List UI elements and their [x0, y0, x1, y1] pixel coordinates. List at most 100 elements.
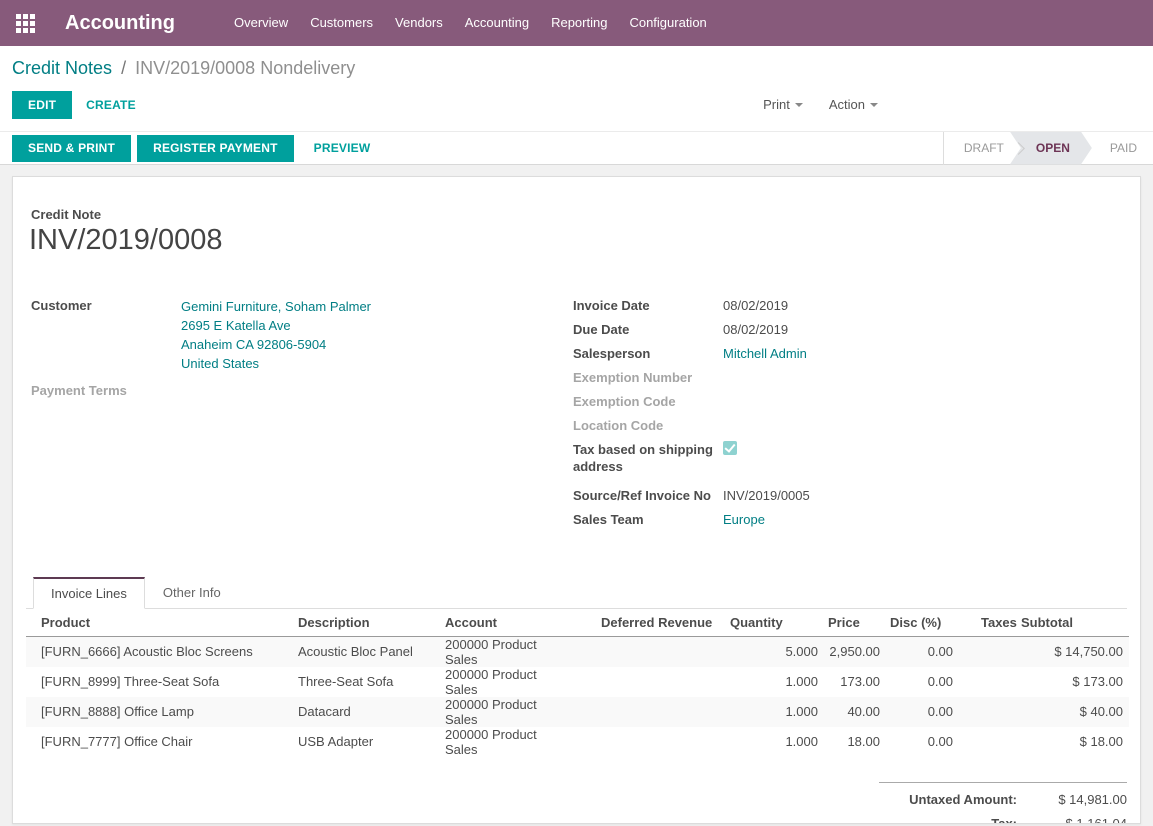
- form-view: Credit Note INV/2019/0008 Customer Gemin…: [0, 165, 1153, 826]
- cell-disc: 0.00: [886, 636, 959, 667]
- menu-overview[interactable]: Overview: [223, 0, 299, 46]
- cell-account: 200000 Product Sales: [441, 697, 576, 727]
- invoice-date-value: 08/02/2019: [723, 297, 788, 314]
- menu-configuration[interactable]: Configuration: [618, 0, 717, 46]
- breadcrumb-current: INV/2019/0008 Nondelivery: [135, 58, 355, 78]
- untaxed-amount-label: Untaxed Amount:: [879, 792, 1027, 807]
- create-button[interactable]: CREATE: [72, 91, 150, 119]
- cell-taxes: [959, 697, 1017, 727]
- due-date-label: Due Date: [573, 321, 723, 338]
- cell-price: 173.00: [824, 667, 886, 697]
- apps-menu-icon[interactable]: [16, 14, 35, 33]
- cell-disc: 0.00: [886, 727, 959, 757]
- action-dropdown[interactable]: Action: [829, 91, 878, 119]
- totals-block: Untaxed Amount: $ 14,981.00 Tax: $ 1,161…: [879, 782, 1127, 825]
- notebook-tabs: Invoice Lines Other Info: [26, 577, 1127, 609]
- cell-disc: 0.00: [886, 697, 959, 727]
- table-header-row: Product Description Account Deferred Rev…: [26, 609, 1129, 636]
- print-dropdown[interactable]: Print: [763, 91, 803, 119]
- menu-customers[interactable]: Customers: [299, 0, 384, 46]
- document-sheet: Credit Note INV/2019/0008 Customer Gemin…: [12, 176, 1141, 824]
- document-number: INV/2019/0008: [29, 224, 1127, 257]
- customer-country: United States: [181, 354, 371, 373]
- invoice-line-row[interactable]: [FURN_6666] Acoustic Bloc Screens Acoust…: [26, 636, 1129, 667]
- sales-team-link[interactable]: Europe: [723, 511, 765, 528]
- source-invoice-label: Source/Ref Invoice No: [573, 487, 723, 504]
- invoice-line-row[interactable]: [FURN_8999] Three-Seat Sofa Three-Seat S…: [26, 667, 1129, 697]
- send-print-button[interactable]: SEND & PRINT: [12, 135, 131, 162]
- due-date-value: 08/02/2019: [723, 321, 788, 338]
- col-header-taxes: Taxes: [959, 609, 1017, 636]
- status-paid[interactable]: PAID: [1094, 132, 1153, 165]
- menu-reporting[interactable]: Reporting: [540, 0, 618, 46]
- col-header-description: Description: [294, 609, 441, 636]
- edit-button[interactable]: EDIT: [12, 91, 72, 119]
- invoice-date-label: Invoice Date: [573, 297, 723, 314]
- col-header-quantity: Quantity: [726, 609, 824, 636]
- cell-product: [FURN_8999] Three-Seat Sofa: [26, 667, 294, 697]
- cell-quantity: 1.000: [726, 697, 824, 727]
- cell-deferred: [576, 727, 726, 757]
- cell-product: [FURN_6666] Acoustic Bloc Screens: [26, 636, 294, 667]
- cell-account: 200000 Product Sales: [441, 636, 576, 667]
- cell-deferred: [576, 667, 726, 697]
- cell-product: [FURN_7777] Office Chair: [26, 727, 294, 757]
- source-invoice-value: INV/2019/0005: [723, 487, 810, 504]
- tab-invoice-lines[interactable]: Invoice Lines: [33, 577, 145, 609]
- cell-price: 2,950.00: [824, 636, 886, 667]
- breadcrumb-separator: /: [117, 58, 130, 78]
- salesperson-link[interactable]: Mitchell Admin: [723, 345, 807, 362]
- cell-subtotal: $ 173.00: [1017, 667, 1129, 697]
- cell-taxes: [959, 636, 1017, 667]
- customer-city: Anaheim CA 92806-5904: [181, 335, 371, 354]
- invoice-lines-table: Product Description Account Deferred Rev…: [26, 609, 1129, 757]
- cell-description: Datacard: [294, 697, 441, 727]
- print-dropdown-label: Print: [763, 91, 790, 119]
- invoice-line-row[interactable]: [FURN_7777] Office Chair USB Adapter 200…: [26, 727, 1129, 757]
- document-type-label: Credit Note: [31, 207, 1127, 222]
- cell-description: USB Adapter: [294, 727, 441, 757]
- salesperson-label: Salesperson: [573, 345, 723, 362]
- cell-subtotal: $ 18.00: [1017, 727, 1129, 757]
- customer-link[interactable]: Gemini Furniture, Soham Palmer 2695 E Ka…: [181, 297, 371, 373]
- status-pipeline: DRAFT OPEN PAID: [943, 132, 1153, 165]
- tab-other-info[interactable]: Other Info: [145, 577, 239, 609]
- cell-price: 40.00: [824, 697, 886, 727]
- tax-shipping-checkbox[interactable]: [723, 441, 737, 455]
- cell-taxes: [959, 727, 1017, 757]
- untaxed-amount-value: $ 14,981.00: [1027, 792, 1127, 807]
- menu-accounting[interactable]: Accounting: [454, 0, 540, 46]
- main-menu: Overview Customers Vendors Accounting Re…: [223, 0, 718, 46]
- customer-street: 2695 E Katella Ave: [181, 316, 371, 335]
- cell-disc: 0.00: [886, 667, 959, 697]
- preview-button[interactable]: PREVIEW: [300, 135, 385, 162]
- chevron-down-icon: [795, 103, 803, 107]
- cell-subtotal: $ 14,750.00: [1017, 636, 1129, 667]
- cell-subtotal: $ 40.00: [1017, 697, 1129, 727]
- cell-quantity: 1.000: [726, 727, 824, 757]
- app-title[interactable]: Accounting: [65, 12, 175, 35]
- cell-deferred: [576, 697, 726, 727]
- sales-team-label: Sales Team: [573, 511, 723, 528]
- action-dropdown-label: Action: [829, 91, 865, 119]
- exemption-code-label: Exemption Code: [573, 393, 723, 410]
- tax-label: Tax:: [879, 816, 1027, 825]
- cell-description: Three-Seat Sofa: [294, 667, 441, 697]
- tax-value: $ 1,161.04: [1027, 816, 1127, 825]
- status-draft[interactable]: DRAFT: [948, 132, 1020, 165]
- register-payment-button[interactable]: REGISTER PAYMENT: [137, 135, 294, 162]
- cell-taxes: [959, 667, 1017, 697]
- col-header-subtotal: Subtotal: [1017, 609, 1129, 636]
- breadcrumb-parent[interactable]: Credit Notes: [12, 58, 112, 78]
- cell-account: 200000 Product Sales: [441, 727, 576, 757]
- invoice-line-row[interactable]: [FURN_8888] Office Lamp Datacard 200000 …: [26, 697, 1129, 727]
- col-header-disc: Disc (%): [886, 609, 959, 636]
- cell-deferred: [576, 636, 726, 667]
- cell-price: 18.00: [824, 727, 886, 757]
- cell-product: [FURN_8888] Office Lamp: [26, 697, 294, 727]
- cell-account: 200000 Product Sales: [441, 667, 576, 697]
- col-header-price: Price: [824, 609, 886, 636]
- menu-vendors[interactable]: Vendors: [384, 0, 454, 46]
- payment-terms-label: Payment Terms: [31, 382, 181, 399]
- customer-label: Customer: [31, 297, 181, 373]
